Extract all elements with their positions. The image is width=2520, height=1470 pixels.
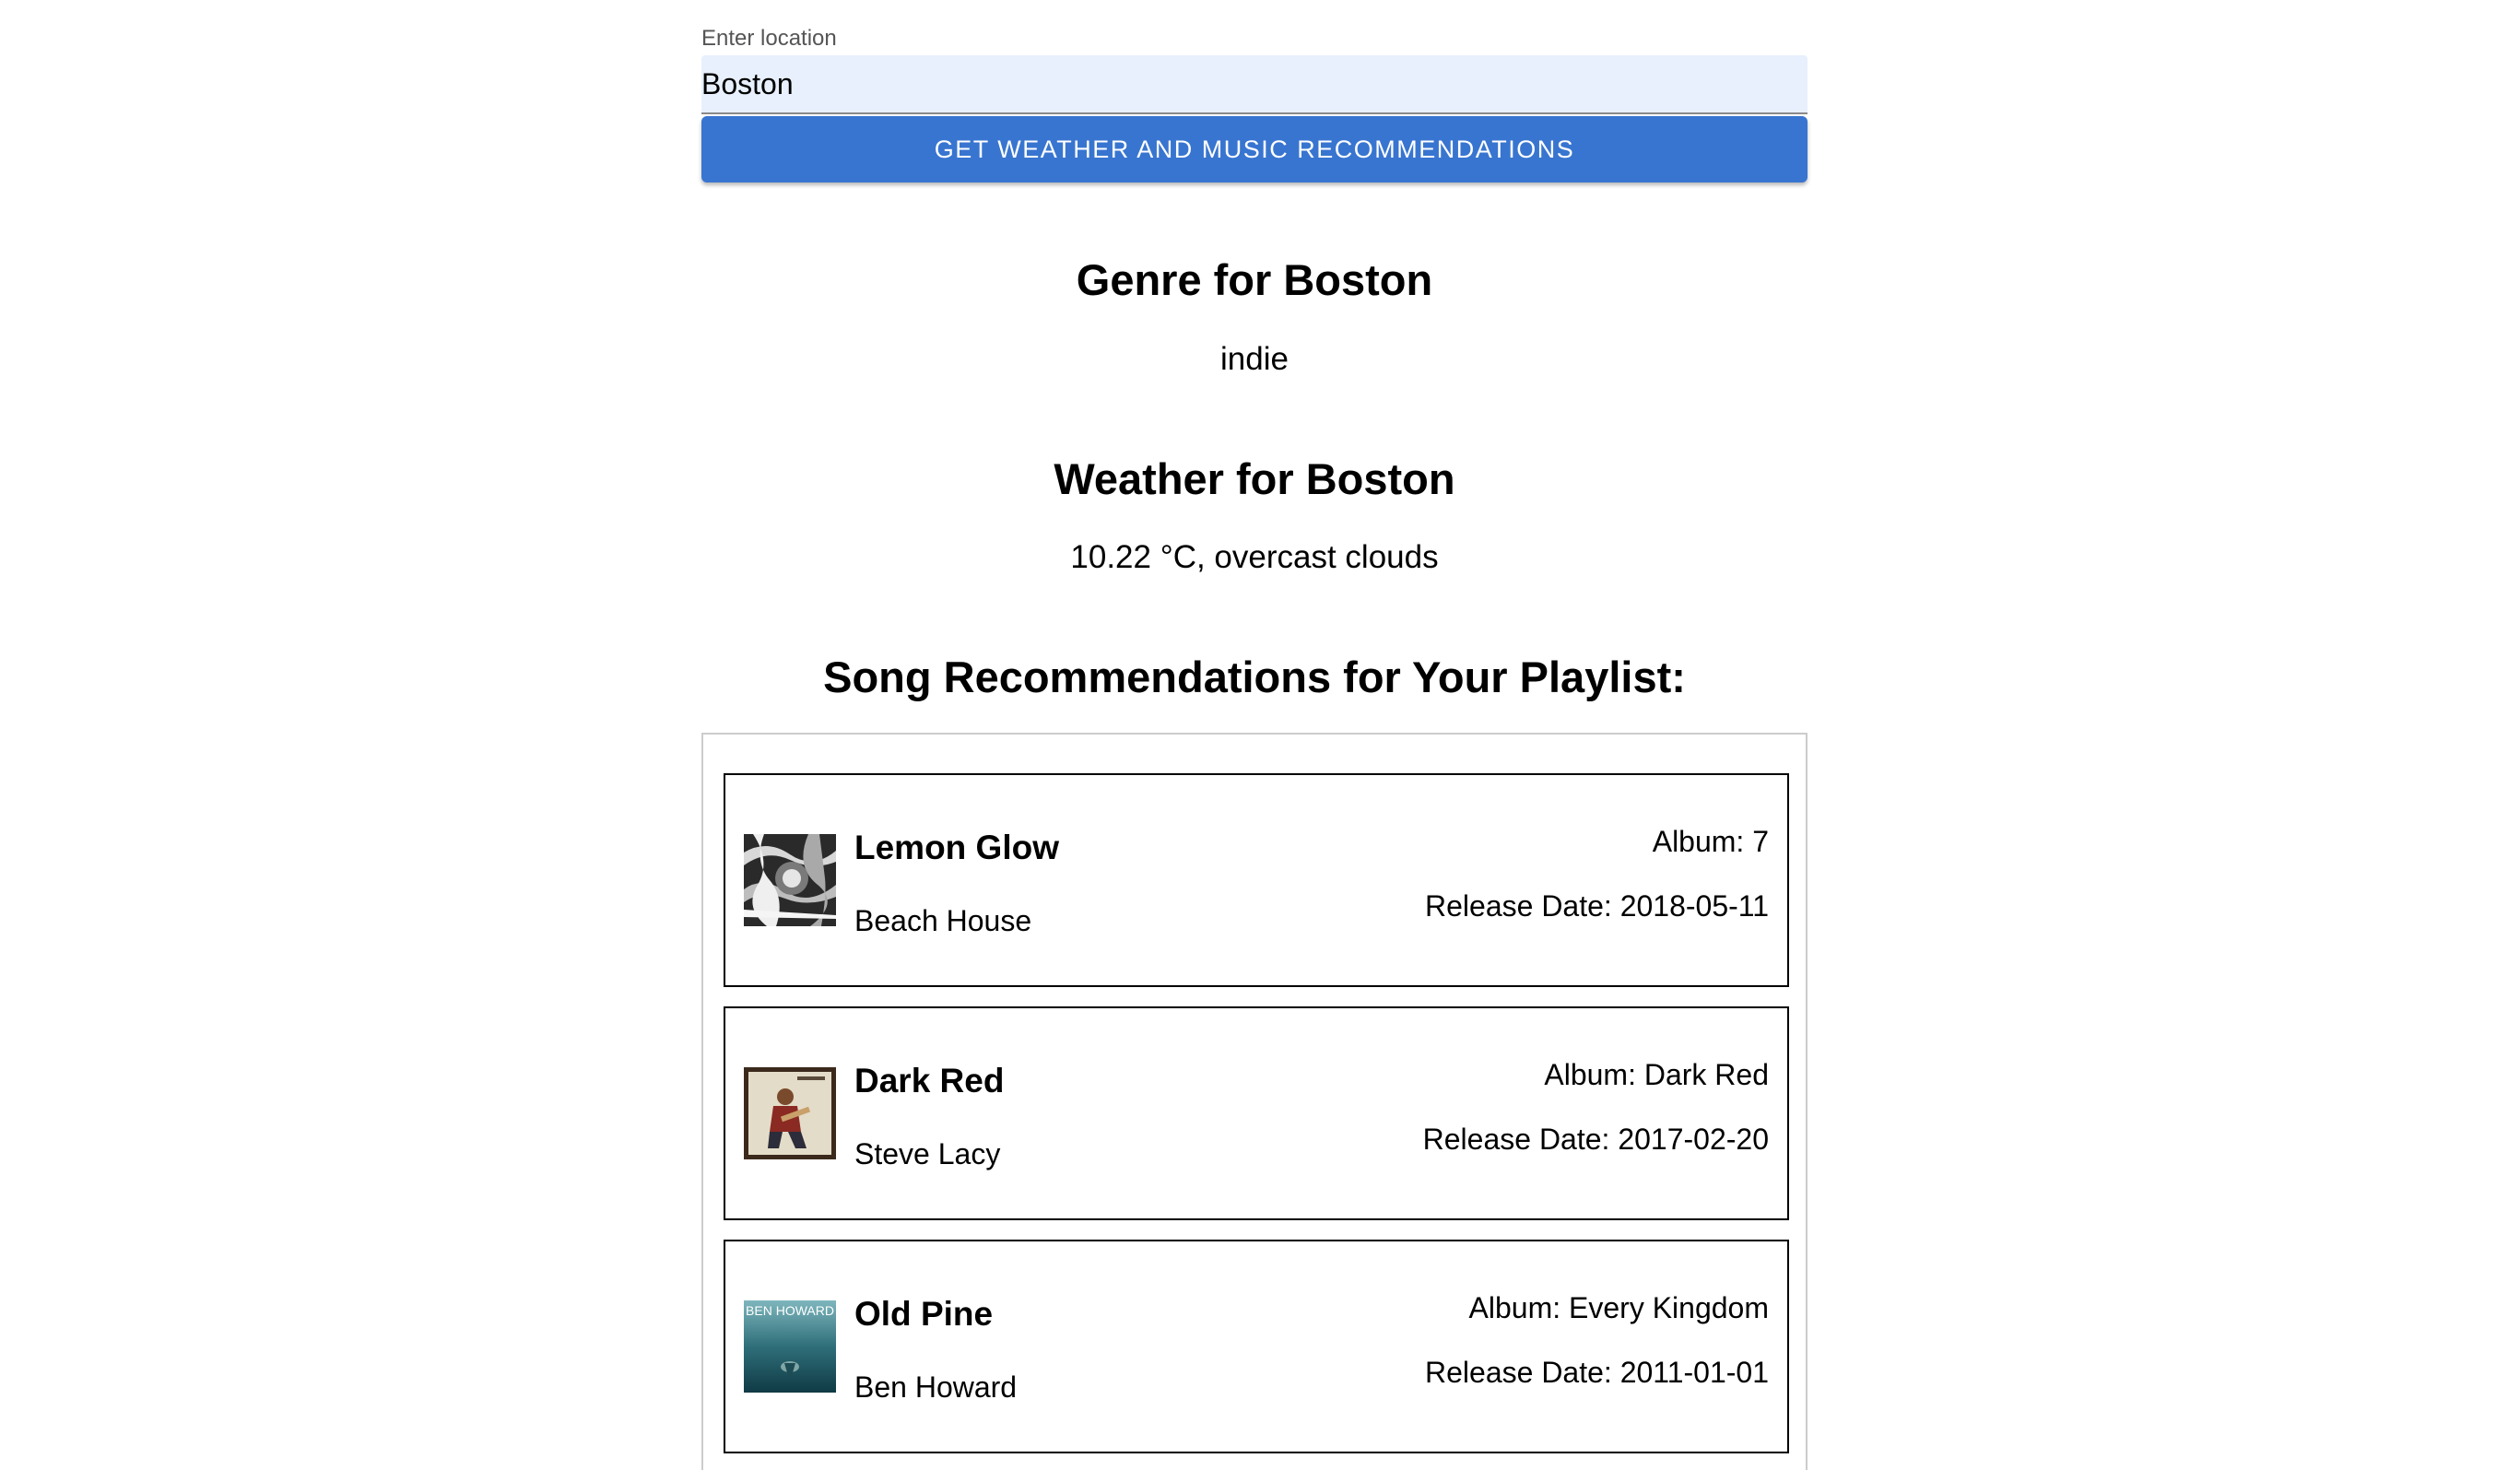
song-release-date: Release Date: 2018-05-11 — [1425, 889, 1769, 923]
song-card[interactable]: Dark Red Steve Lacy Album: Dark Red Rele… — [724, 1006, 1789, 1220]
weather-heading: Weather for Boston — [1054, 454, 1455, 503]
song-artist: Beach House — [854, 904, 1032, 937]
song-card[interactable]: BEN HOWARD Old Pine Ben Howard Album: Ev… — [724, 1240, 1789, 1453]
genre-heading: Genre for Boston — [1076, 255, 1433, 304]
album-cover-image — [744, 1067, 836, 1159]
get-recommendations-button[interactable]: GET WEATHER AND MUSIC RECOMMENDATIONS — [701, 116, 1808, 182]
location-label: Enter location — [701, 26, 837, 51]
album-cover-image — [744, 834, 836, 926]
song-title: Lemon Glow — [854, 829, 1059, 866]
song-list: Lemon Glow Beach House Album: 7 Release … — [701, 733, 1808, 1470]
location-input[interactable] — [701, 55, 1808, 114]
song-title: Old Pine — [854, 1295, 994, 1333]
song-album: Album: 7 — [1652, 825, 1769, 858]
song-title: Dark Red — [854, 1062, 1005, 1100]
song-album: Album: Dark Red — [1544, 1058, 1769, 1091]
song-artist: Steve Lacy — [854, 1137, 1001, 1170]
song-release-date: Release Date: 2017-02-20 — [1422, 1123, 1769, 1156]
weather-value: 10.22 °C, overcast clouds — [1070, 539, 1439, 575]
recommendations-heading: Song Recommendations for Your Playlist: — [823, 653, 1686, 701]
song-artist: Ben Howard — [854, 1370, 1018, 1404]
song-album: Album: Every Kingdom — [1468, 1291, 1769, 1324]
album-cover-text: BEN HOWARD — [746, 1303, 834, 1318]
genre-value: indie — [1220, 341, 1289, 377]
song-release-date: Release Date: 2011-01-01 — [1425, 1356, 1769, 1389]
song-card[interactable]: Lemon Glow Beach House Album: 7 Release … — [724, 773, 1789, 987]
album-cover-image: BEN HOWARD — [744, 1300, 836, 1393]
